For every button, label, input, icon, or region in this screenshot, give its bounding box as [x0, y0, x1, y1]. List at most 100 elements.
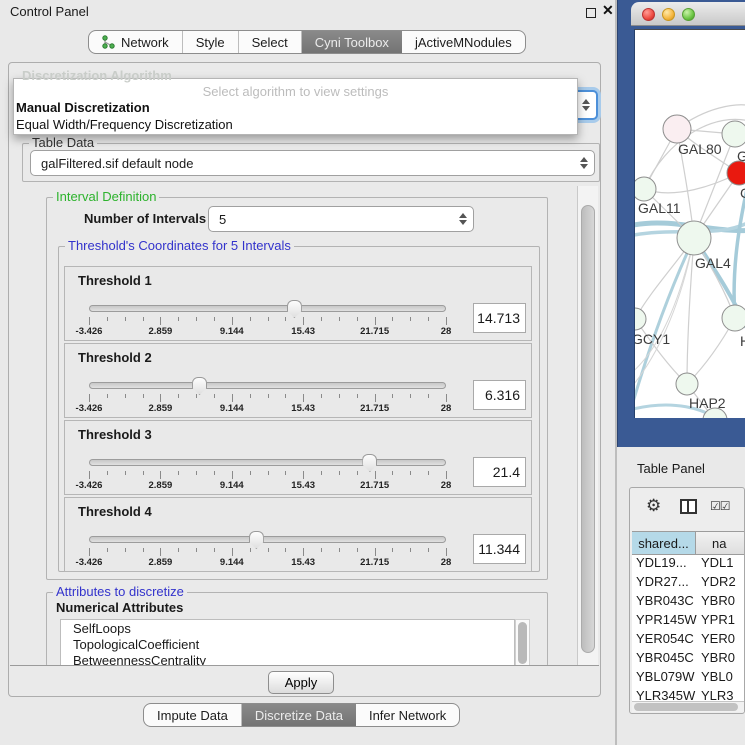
table-row[interactable]: YLR345WYLR3: [632, 688, 745, 701]
apply-button[interactable]: Apply: [268, 671, 334, 694]
slider-tick-labels: -3.4262.8599.14415.4321.71528: [89, 557, 446, 569]
top-tab-bar: Network Style Select Cyni Toolbox jActiv…: [88, 30, 526, 54]
minimize-traffic-light-icon[interactable]: [662, 8, 675, 21]
table-cell: YLR3: [698, 688, 745, 701]
number-of-intervals-value: 5: [219, 212, 226, 227]
attributes-scrollbar[interactable]: [515, 619, 530, 666]
threshold-4-panel: Threshold 4 -3.4262.8599.14415.4321.7152…: [64, 497, 532, 572]
algorithm-option-equal-width[interactable]: Equal Width/Frequency Discretization: [16, 117, 233, 132]
attribute-item[interactable]: TopologicalCoefficient: [61, 636, 514, 652]
table-header: shared... na: [632, 531, 745, 555]
node-label: C: [740, 185, 745, 201]
close-traffic-light-icon[interactable]: [642, 8, 655, 21]
tab-impute-data[interactable]: Impute Data: [144, 704, 242, 726]
network-view-window: GAL80GACGAL11GAL4GCY1HHAP2: [617, 0, 745, 447]
gear-icon[interactable]: ⚙: [646, 496, 661, 516]
tab-infer-network[interactable]: Infer Network: [356, 704, 459, 726]
slider-knob[interactable]: [249, 531, 264, 549]
table-cell: YER054C: [632, 631, 698, 650]
table-data-combobox[interactable]: galFiltered.sif default node: [30, 150, 595, 176]
main-scrollbar[interactable]: [577, 186, 598, 665]
node-label: GCY1: [635, 331, 670, 347]
threshold-slider[interactable]: [89, 459, 446, 466]
table-row[interactable]: YDR27...YDR2: [632, 574, 745, 593]
network-node[interactable]: [635, 177, 656, 201]
table-cell: YBR045C: [632, 650, 698, 669]
threshold-1-panel: Threshold 1 -3.4262.8599.14415.4321.7152…: [64, 266, 532, 341]
network-node[interactable]: [663, 115, 691, 143]
network-node[interactable]: [676, 373, 698, 395]
float-window-icon[interactable]: [586, 8, 596, 18]
node-label: GAL4: [695, 255, 731, 271]
table-cell: YBR0: [698, 650, 745, 669]
node-table-body: YDL19...YDL1YDR27...YDR2YBR043CYBR0YPR14…: [632, 555, 745, 701]
column-header-shared-name[interactable]: shared...: [632, 532, 696, 554]
zoom-traffic-light-icon[interactable]: [682, 8, 695, 21]
table-cell: YBL0: [698, 669, 745, 688]
network-node[interactable]: [677, 221, 711, 255]
threshold-value-field[interactable]: 14.713: [473, 303, 526, 333]
table-panel-title: Table Panel: [637, 461, 705, 476]
algorithm-option-manual[interactable]: Manual Discretization: [16, 100, 150, 115]
scrollbar-thumb[interactable]: [581, 205, 595, 653]
tab-network[interactable]: Network: [89, 31, 183, 53]
split-columns-icon[interactable]: [680, 499, 697, 514]
attribute-item[interactable]: SelfLoops: [61, 620, 514, 636]
node-label: HAP2: [689, 395, 726, 411]
node-label: H: [740, 333, 745, 349]
attribute-item[interactable]: BetweennessCentrality: [61, 652, 514, 666]
table-cell: YPR1: [698, 612, 745, 631]
control-panel: Control Panel ✕ Network Style Select Cyn…: [0, 0, 617, 745]
table-row[interactable]: YPR145WYPR1: [632, 612, 745, 631]
number-of-intervals-combobox[interactable]: 5: [208, 206, 474, 232]
algorithm-hint-option[interactable]: Select algorithm to view settings: [14, 84, 577, 99]
column-header-name[interactable]: na: [696, 532, 745, 554]
slider-knob[interactable]: [192, 377, 207, 395]
network-icon: [102, 35, 115, 49]
network-node[interactable]: [722, 121, 745, 147]
table-row[interactable]: YBR045CYBR0: [632, 650, 745, 669]
network-node[interactable]: [635, 308, 646, 330]
threshold-value-field[interactable]: 11.344: [473, 534, 526, 564]
tab-select[interactable]: Select: [239, 31, 302, 53]
scrollbar-thumb[interactable]: [634, 703, 738, 711]
tab-jactivemnodules[interactable]: jActiveMNodules: [402, 31, 525, 53]
tab-cyni-toolbox[interactable]: Cyni Toolbox: [302, 31, 402, 53]
tab-style[interactable]: Style: [183, 31, 239, 53]
network-node[interactable]: [727, 161, 745, 185]
slider-knob[interactable]: [362, 454, 377, 472]
table-horizontal-scrollbar[interactable]: [632, 701, 745, 712]
select-columns-icon[interactable]: ☑☑: [710, 499, 730, 513]
tab-discretize-data[interactable]: Discretize Data: [242, 704, 356, 726]
threshold-label: Threshold 1: [78, 273, 152, 288]
bottom-tab-bar: Impute Data Discretize Data Infer Networ…: [143, 703, 460, 727]
network-canvas[interactable]: GAL80GACGAL11GAL4GCY1HHAP2: [634, 29, 745, 418]
interval-definition-group-title: Interval Definition: [53, 189, 159, 204]
discretization-algorithm-group-title: Discretization Algorithm: [22, 68, 172, 83]
numerical-attributes-label: Numerical Attributes: [56, 600, 183, 615]
network-window-titlebar[interactable]: [631, 2, 745, 26]
slider-knob[interactable]: [287, 300, 302, 318]
numerical-attributes-list[interactable]: SelfLoopsTopologicalCoefficientBetweenne…: [60, 619, 515, 666]
table-row[interactable]: YDL19...YDL1: [632, 555, 745, 574]
table-cell: YLR345W: [632, 688, 698, 701]
threshold-2-panel: Threshold 2 -3.4262.8599.14415.4321.7152…: [64, 343, 532, 418]
table-cell: YER0: [698, 631, 745, 650]
threshold-value-field[interactable]: 21.4: [473, 457, 526, 487]
threshold-slider[interactable]: [89, 536, 446, 543]
threshold-value-field[interactable]: 6.316: [473, 380, 526, 410]
network-node[interactable]: [722, 305, 745, 331]
node-label: GAL11: [638, 200, 681, 216]
threshold-3-panel: Threshold 3 -3.4262.8599.14415.4321.7152…: [64, 420, 532, 495]
table-cell: YBL079W: [632, 669, 698, 688]
table-row[interactable]: YBL079WYBL0: [632, 669, 745, 688]
threshold-slider[interactable]: [89, 382, 446, 389]
slider-ticks: [89, 317, 446, 325]
threshold-slider[interactable]: [89, 305, 446, 312]
table-row[interactable]: YBR043CYBR0: [632, 593, 745, 612]
table-cell: YBR0: [698, 593, 745, 612]
table-cell: YDL1: [698, 555, 745, 574]
table-row[interactable]: YER054CYER0: [632, 631, 745, 650]
close-icon[interactable]: ✕: [602, 2, 614, 19]
table-panel: Table Panel ⚙ ☑☑ shared... na YDL19...YD…: [618, 447, 745, 745]
